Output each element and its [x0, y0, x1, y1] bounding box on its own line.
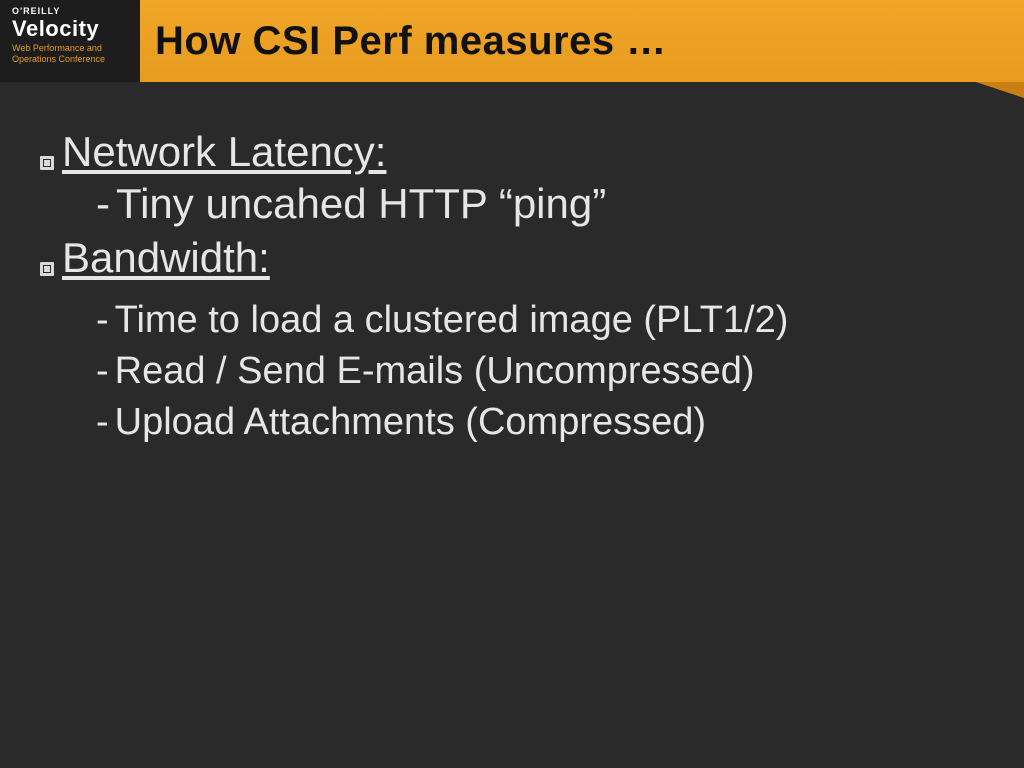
section-heading: Network Latency:	[40, 128, 984, 176]
section-bullet-icon	[40, 156, 54, 170]
dash-icon: -	[96, 299, 109, 341]
list-item-text: Tiny uncahed HTTP “ping”	[116, 180, 606, 227]
brand-block: O'REILLY Velocity Web Performance and Op…	[0, 0, 140, 82]
slide-header: O'REILLY Velocity Web Performance and Op…	[0, 0, 1024, 82]
brand-tagline: Web Performance and Operations Conferenc…	[12, 43, 105, 65]
slide-body: Network Latency: -Tiny uncahed HTTP “pin…	[0, 82, 1024, 445]
slide-title: How CSI Perf measures …	[155, 19, 667, 64]
list-item-text: Time to load a clustered image (PLT1/2)	[115, 299, 789, 341]
dash-icon: -	[96, 401, 109, 443]
section-label: Network Latency:	[62, 128, 386, 176]
dash-icon: -	[96, 350, 109, 392]
list-item: -Time to load a clustered image (PLT1/2)	[96, 298, 984, 343]
section-label: Bandwidth:	[62, 234, 270, 282]
list-item: -Upload Attachments (Compressed)	[96, 400, 984, 445]
section-bullet-icon	[40, 262, 54, 276]
list-item-text: Upload Attachments (Compressed)	[115, 401, 706, 443]
publisher-label: O'REILLY	[12, 6, 60, 16]
dash-icon: -	[96, 180, 110, 227]
tagline-line1: Web Performance and	[12, 43, 102, 53]
section-heading: Bandwidth:	[40, 234, 984, 282]
list-item-text: Read / Send E-mails (Uncompressed)	[115, 350, 755, 392]
tagline-line2: Operations Conference	[12, 54, 105, 64]
list-item: -Read / Send E-mails (Uncompressed)	[96, 349, 984, 394]
list-item: -Tiny uncahed HTTP “ping”	[96, 180, 984, 228]
brand-label: Velocity	[12, 18, 99, 40]
